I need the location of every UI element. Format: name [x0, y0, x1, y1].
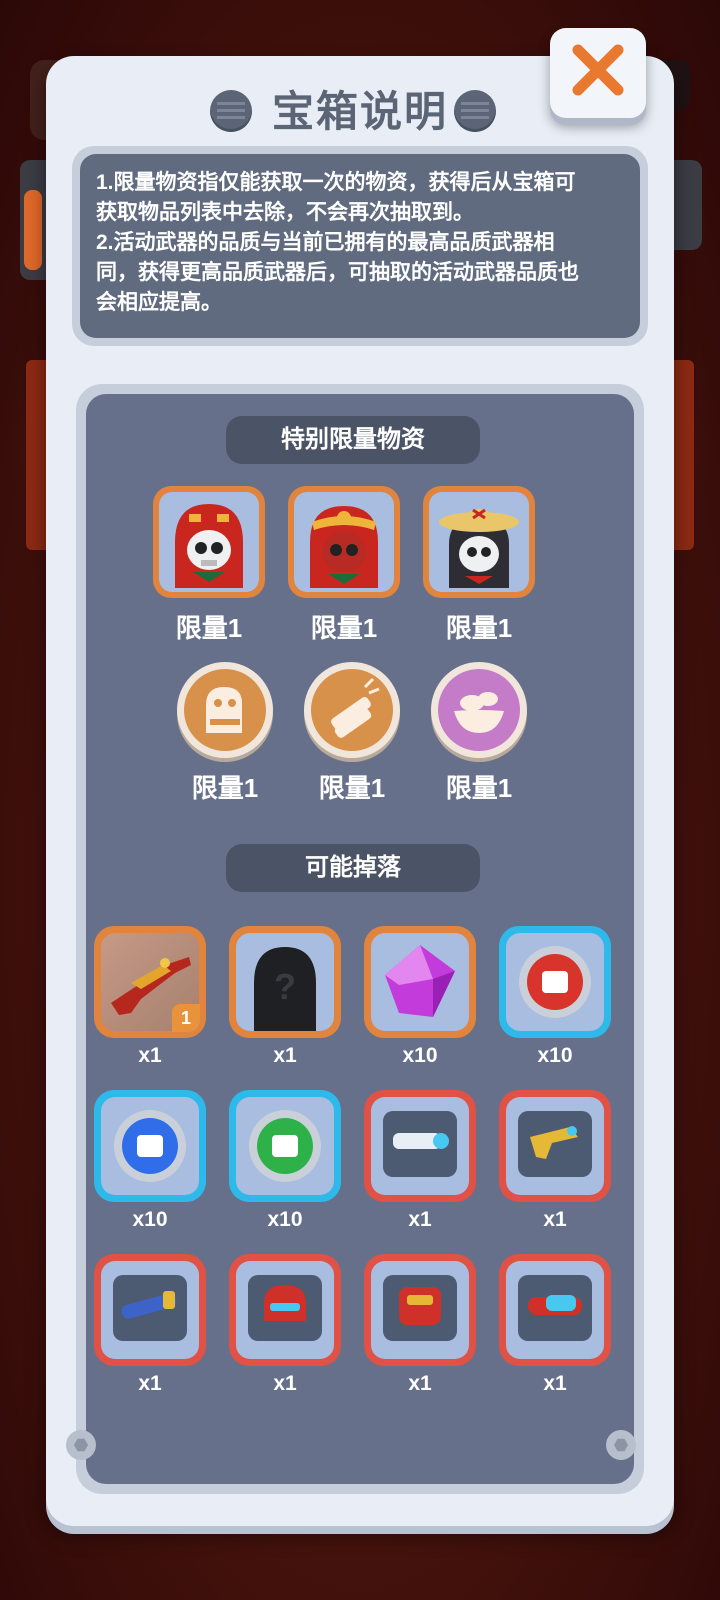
description-line: 获取物品列表中去除，不会再次抽取到。 — [96, 201, 474, 224]
red-hood-skull-avatar-icon — [175, 504, 243, 588]
drop-quantity: x1 — [138, 1044, 162, 1067]
drop-item[interactable]: 1 x1 — [94, 926, 206, 1067]
drop-item[interactable]: x1 — [499, 1090, 611, 1231]
firecracker-emblem-icon — [331, 677, 380, 738]
limited-count: 限量1 — [175, 613, 243, 643]
drop-quantity: x10 — [402, 1044, 438, 1067]
svg-text:?: ? — [274, 966, 296, 1007]
drop-item[interactable]: x1 — [229, 1254, 341, 1395]
drop-quantity: x10 — [537, 1044, 573, 1067]
limited-count: 限量1 — [445, 613, 513, 643]
drop-quantity: x10 — [132, 1208, 168, 1231]
drop-item[interactable]: x10 — [94, 1090, 206, 1231]
reward-list-scroll[interactable]: 特别限量物资 限量1 限量1 限量1 限量1 限量1 限量1 可能掉落 1 x1… — [86, 394, 634, 1484]
description-line: 会相应提高。 — [96, 291, 222, 314]
reward-list-box: 特别限量物资 限量1 限量1 限量1 限量1 限量1 限量1 可能掉落 1 x1… — [76, 384, 644, 1494]
limited-count: 限量1 — [318, 773, 386, 803]
limited-count: 限量1 — [310, 613, 378, 643]
mystery-character-icon: ? — [254, 947, 316, 1031]
gold-ingot-bowl-emblem-icon — [454, 692, 504, 733]
drop-item[interactable]: x10 — [499, 926, 611, 1067]
level-badge: 1 — [172, 1004, 200, 1032]
red-helmet-icon — [248, 1275, 322, 1341]
drop-item[interactable]: x10 — [364, 926, 476, 1067]
rivet-icon — [454, 90, 496, 132]
drop-quantity: x1 — [138, 1372, 162, 1395]
drop-quantity: x1 — [408, 1208, 432, 1231]
description-box: 1.限量物资指仅能获取一次的物资，获得后从宝箱可 获取物品列表中去除，不会再次抽… — [72, 146, 648, 346]
straw-hat-skull-avatar-icon — [439, 508, 519, 588]
blue-fist-coin-icon — [114, 1110, 186, 1182]
blaster-cannon-icon — [383, 1111, 457, 1177]
stone-lion-emblem-icon — [206, 687, 242, 733]
chest-info-dialog: 宝箱说明 1.限量物资指仅能获取一次的物资，获得后从宝箱可 获取物品列表中去除，… — [46, 56, 674, 1526]
drop-quantity: x1 — [273, 1044, 297, 1067]
special-limited-title: 特别限量物资 — [226, 416, 480, 464]
red-armor-icon — [383, 1275, 457, 1341]
close-icon — [572, 44, 624, 96]
description-line: 2.活动武器的品质与当前已拥有的最高品质武器相 — [96, 231, 555, 254]
possible-drops-title: 可能掉落 — [226, 844, 480, 892]
drop-item[interactable]: x1 — [499, 1254, 611, 1395]
drop-item[interactable]: x1 — [364, 1254, 476, 1395]
drop-quantity: x1 — [408, 1372, 432, 1395]
limited-count: 限量1 — [191, 773, 259, 803]
goggles-icon — [518, 1275, 592, 1341]
bolt-icon — [606, 1430, 636, 1460]
drop-quantity: x10 — [267, 1208, 303, 1231]
limited-count: 限量1 — [445, 773, 513, 803]
close-button[interactable] — [550, 28, 646, 118]
drop-item[interactable]: x1 — [94, 1254, 206, 1395]
red-fist-coin-icon — [519, 946, 591, 1018]
drop-quantity: x1 — [543, 1208, 567, 1231]
green-fist-coin-icon — [249, 1110, 321, 1182]
bolt-icon — [66, 1430, 96, 1460]
purple-gem-icon — [385, 945, 455, 1017]
monkey-king-skull-avatar-icon — [310, 506, 378, 588]
drop-item[interactable]: ? x1 — [229, 926, 341, 1067]
drop-quantity: x1 — [273, 1372, 297, 1395]
golden-pistol-icon — [518, 1111, 592, 1177]
description-line: 同，获得更高品质武器后，可抽取的活动武器品质也 — [96, 261, 579, 284]
rocket-launcher-icon — [113, 1275, 187, 1341]
drop-item[interactable]: x1 — [364, 1090, 476, 1231]
drop-quantity: x1 — [543, 1372, 567, 1395]
drop-item[interactable]: x10 — [229, 1090, 341, 1231]
description-line: 1.限量物资指仅能获取一次的物资，获得后从宝箱可 — [96, 171, 576, 194]
